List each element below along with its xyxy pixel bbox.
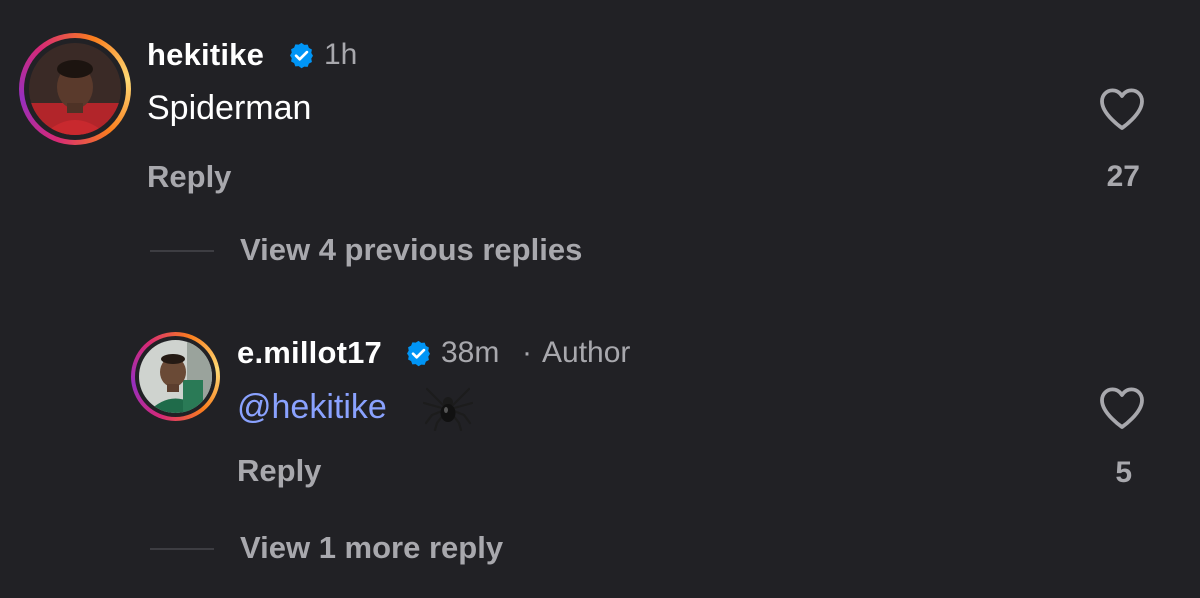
comment-timestamp: 1h [324,38,358,71]
heart-outline-icon[interactable] [1098,385,1146,431]
reply-button[interactable]: Reply [237,453,321,489]
view-previous-replies-button[interactable]: View 4 previous replies [240,232,582,268]
thread-divider-line [150,250,214,252]
like-count[interactable]: 27 [1080,160,1140,194]
avatar-e-millot17[interactable] [131,332,220,421]
thread-divider-line [150,548,214,550]
verified-badge-icon [287,41,316,70]
mention-link[interactable]: @hekitike [237,388,387,427]
verified-badge-icon [404,339,433,368]
username-hekitike[interactable]: hekitike [147,37,264,73]
reply-timestamp: 38m [441,336,500,369]
spider-emoji-icon [423,383,473,431]
comment-text: Spiderman [147,89,312,127]
view-more-reply-button[interactable]: View 1 more reply [240,530,503,566]
reply-button[interactable]: Reply [147,159,231,195]
author-label: Author [542,336,631,369]
meta-separator: · [522,336,532,369]
username-e-millot17[interactable]: e.millot17 [237,335,382,371]
avatar-hekitike[interactable] [19,33,131,145]
like-count[interactable]: 5 [1080,456,1132,490]
heart-outline-icon[interactable] [1098,86,1146,132]
